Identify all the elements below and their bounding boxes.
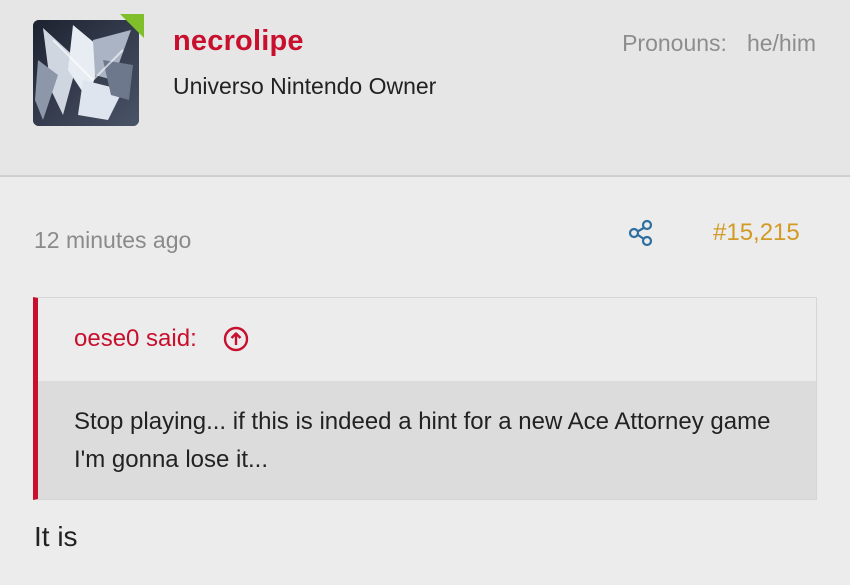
quote-block: oese0 said: Stop playing... if this is i… (33, 297, 817, 500)
quote-body: Stop playing... if this is indeed a hint… (38, 381, 816, 499)
username-link[interactable]: necrolipe (173, 25, 304, 58)
user-title: Universo Nintendo Owner (173, 73, 437, 99)
share-icon[interactable] (626, 218, 656, 248)
pronouns-field: Pronouns: he/him (622, 30, 816, 57)
post-attribution: 12 minutes ago #15,215 (0, 176, 850, 276)
quote-author[interactable]: oese0 said: (74, 325, 197, 353)
quote-text: Stop playing... if this is indeed a hint… (74, 408, 771, 473)
post-timestamp[interactable]: 12 minutes ago (34, 227, 191, 254)
message-user-header: necrolipe Universo Nintendo Owner Pronou… (0, 0, 850, 177)
quote-header: oese0 said: (38, 298, 816, 381)
pronouns-label: Pronouns: (622, 30, 727, 56)
pronouns-value: he/him (746, 30, 816, 56)
arrow-up-circle-icon[interactable] (223, 326, 249, 352)
online-status-indicator (120, 14, 144, 38)
message-body-text: It is (34, 521, 78, 552)
post-number-link[interactable]: #15,215 (713, 219, 800, 247)
